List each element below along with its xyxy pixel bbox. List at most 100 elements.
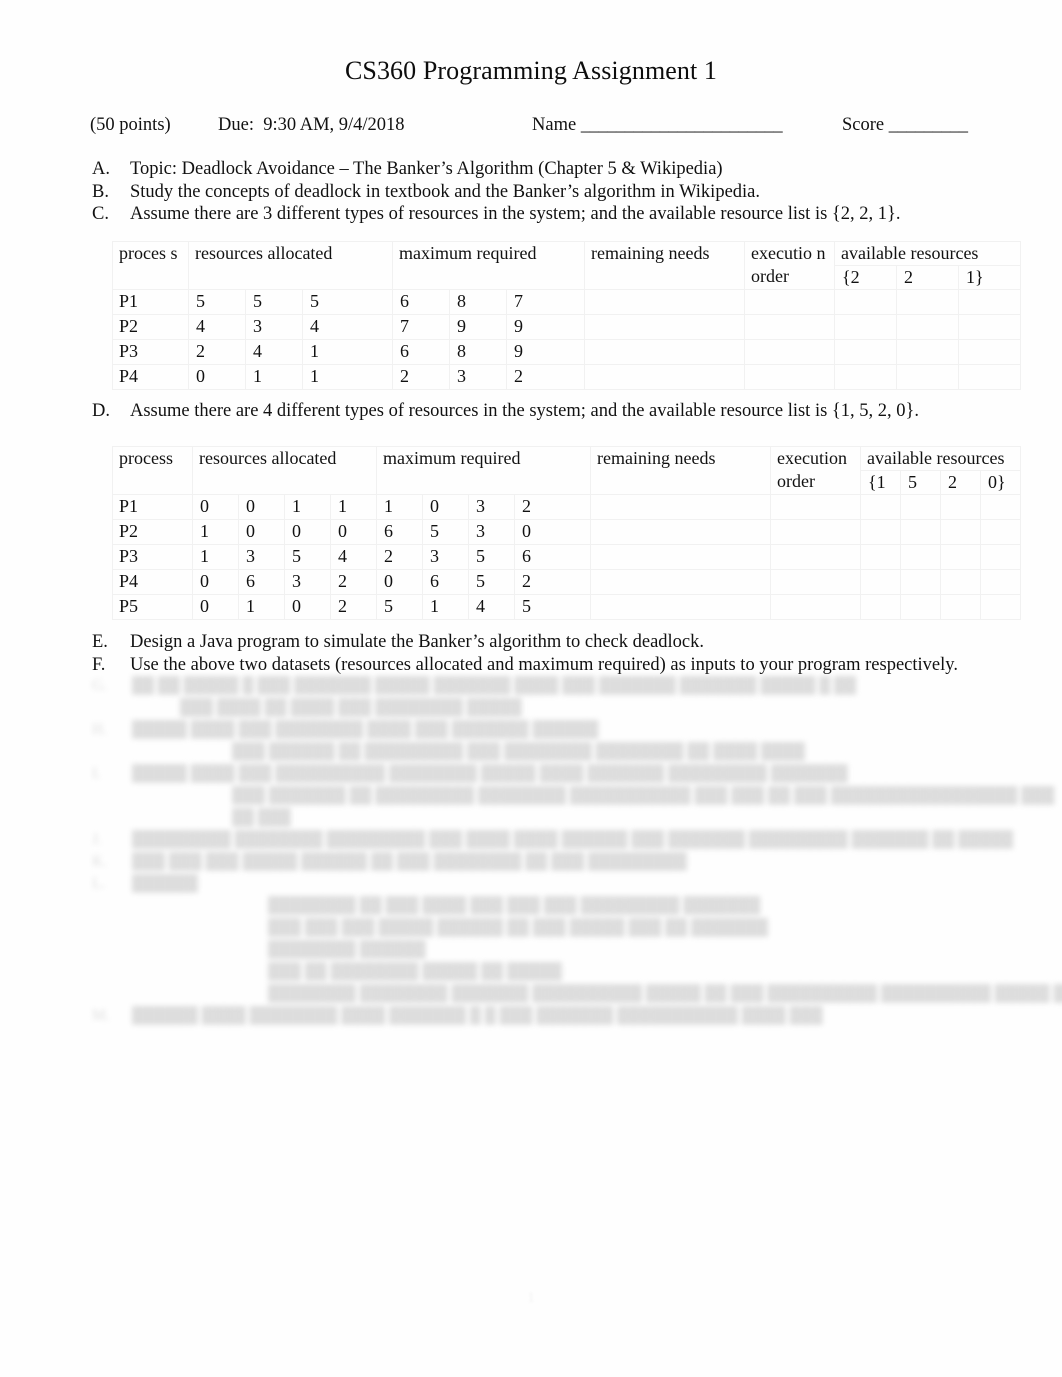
cell-execution-blank[interactable] [770, 569, 862, 595]
redacted-line: I. █████ ████ ███ ██████████ ████████ ███… [92, 766, 1027, 788]
cell-available-blank[interactable] [980, 594, 1022, 620]
table-row: P4 0 1 1 2 3 2 [112, 364, 1022, 390]
cell-available-blank[interactable] [940, 544, 982, 570]
cell-available-blank[interactable] [900, 544, 942, 570]
cell-alloc: 2 [330, 569, 377, 595]
cell-available-blank[interactable] [860, 494, 902, 520]
cell-available-blank[interactable] [958, 364, 1022, 390]
redacted-text: ██████ ████ ████████ ████ ███████ █ █ ██… [132, 1007, 823, 1024]
header-remaining-needs: remaining needs [590, 446, 772, 495]
cell-execution-blank[interactable] [770, 544, 862, 570]
cell-max: 5 [376, 594, 423, 620]
cell-max: 6 [392, 289, 451, 315]
cell-remaining-blank[interactable] [584, 289, 746, 315]
cell-max: 2 [392, 364, 451, 390]
cell-max: 4 [468, 594, 515, 620]
cell-alloc: 3 [245, 314, 303, 340]
redacted-line: L. ██████ [92, 876, 1027, 898]
cell-available-blank[interactable] [940, 569, 982, 595]
outline-marker-c: C. [92, 204, 109, 224]
cell-available-blank[interactable] [834, 339, 898, 365]
redacted-text: ██████ [132, 875, 198, 892]
cell-execution-blank[interactable] [744, 314, 836, 340]
cell-available-blank[interactable] [900, 569, 942, 595]
cell-max: 2 [506, 364, 586, 390]
name-input-rule[interactable]: _______________________ [581, 115, 783, 135]
cell-remaining-blank[interactable] [590, 519, 772, 545]
cell-available-blank[interactable] [980, 519, 1022, 545]
cell-available-blank[interactable] [860, 594, 902, 620]
cell-remaining-blank[interactable] [584, 364, 746, 390]
cell-max: 9 [506, 314, 586, 340]
cell-available-blank[interactable] [940, 594, 982, 620]
redacted-marker: L. [92, 875, 106, 892]
available-value-2: 5 [900, 470, 942, 495]
redacted-text: ███ ███ ███ █████ ██████ ██ ███ █████ ██… [268, 919, 768, 936]
cell-available-blank[interactable] [860, 544, 902, 570]
cell-alloc: 0 [192, 569, 239, 595]
document-page: CS360 Programming Assignment 1 (50 point… [0, 0, 1062, 1377]
cell-execution-blank[interactable] [744, 364, 836, 390]
redacted-marker: M. [92, 1007, 110, 1024]
cell-execution-blank[interactable] [770, 594, 862, 620]
cell-available-blank[interactable] [900, 519, 942, 545]
redacted-line: ██ ███ [92, 810, 1027, 832]
cell-remaining-blank[interactable] [584, 314, 746, 340]
redacted-line: H. █████ ████ ███ ████████ ████ ███ █████… [92, 722, 1027, 744]
cell-available-blank[interactable] [940, 519, 982, 545]
cell-remaining-blank[interactable] [590, 569, 772, 595]
redacted-text: ████████ ████████ ███████ ██████████ ███… [268, 985, 1062, 1002]
score-input-rule[interactable]: _________ [889, 115, 968, 135]
cell-execution-blank[interactable] [770, 519, 862, 545]
cell-execution-blank[interactable] [744, 289, 836, 315]
available-value-3: 2 [940, 470, 982, 495]
cell-execution-blank[interactable] [770, 494, 862, 520]
cell-available-blank[interactable] [834, 289, 898, 315]
cell-remaining-blank[interactable] [590, 594, 772, 620]
header-maximum-required: maximum required [392, 241, 586, 290]
cell-available-blank[interactable] [958, 314, 1022, 340]
cell-available-blank[interactable] [958, 339, 1022, 365]
cell-alloc: 3 [284, 569, 331, 595]
cell-available-blank[interactable] [860, 569, 902, 595]
cell-max: 6 [392, 339, 451, 365]
cell-max: 1 [376, 494, 423, 520]
cell-process: P2 [112, 314, 189, 340]
due-date-label: Due: 9:30 AM, 9/4/2018 [218, 115, 405, 135]
cell-available-blank[interactable] [860, 519, 902, 545]
cell-available-blank[interactable] [896, 339, 960, 365]
cell-remaining-blank[interactable] [590, 544, 772, 570]
cell-max: 5 [422, 519, 469, 545]
cell-available-blank[interactable] [896, 364, 960, 390]
cell-alloc: 0 [188, 364, 246, 390]
header-execution-order: execution order [770, 446, 862, 495]
cell-available-blank[interactable] [834, 314, 898, 340]
cell-process: P3 [112, 339, 189, 365]
cell-remaining-blank[interactable] [590, 494, 772, 520]
available-value-1: {1 [860, 470, 902, 495]
resource-table-1: proces s resources allocated maximum req… [112, 241, 1022, 390]
header-resources-allocated: resources allocated [187, 241, 394, 290]
cell-available-blank[interactable] [980, 494, 1022, 520]
redacted-line: J. █████████ ████████ █████████ ███ ████ … [92, 832, 1027, 854]
cell-alloc: 1 [330, 494, 377, 520]
cell-available-blank[interactable] [900, 594, 942, 620]
cell-remaining-blank[interactable] [584, 339, 746, 365]
cell-available-blank[interactable] [980, 569, 1022, 595]
cell-process: P5 [112, 594, 193, 620]
cell-available-blank[interactable] [896, 314, 960, 340]
outline-text-b: Study the concepts of deadlock in textbo… [130, 181, 761, 202]
redacted-text: ████████ ██████ [268, 941, 426, 958]
cell-max: 6 [376, 519, 423, 545]
cell-process: P1 [112, 494, 193, 520]
cell-execution-blank[interactable] [744, 339, 836, 365]
cell-available-blank[interactable] [940, 494, 982, 520]
cell-available-blank[interactable] [900, 494, 942, 520]
cell-available-blank[interactable] [980, 544, 1022, 570]
cell-alloc: 0 [284, 519, 331, 545]
cell-alloc: 4 [245, 339, 303, 365]
cell-available-blank[interactable] [958, 289, 1022, 315]
cell-available-blank[interactable] [834, 364, 898, 390]
cell-available-blank[interactable] [896, 289, 960, 315]
table-row: P5 0 1 0 2 5 1 4 5 [112, 594, 1022, 620]
